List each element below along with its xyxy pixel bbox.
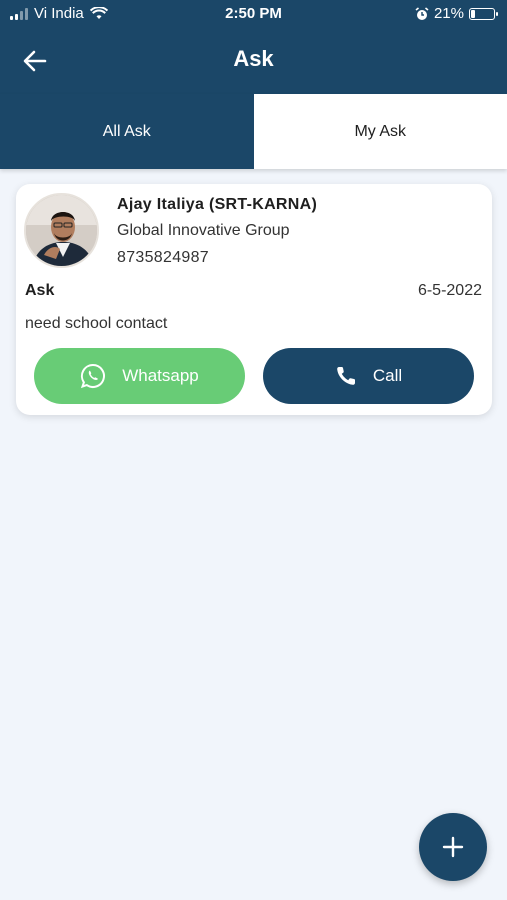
ask-date: 6-5-2022 [417,282,482,299]
status-bar: Vi India 2:50 PM 21% [0,0,507,28]
ask-label: Ask [25,282,55,299]
tab-all-ask[interactable]: All Ask [0,94,254,169]
app-header: Vi India 2:50 PM 21% Ask [0,0,507,94]
ask-text: need school contact [25,315,168,332]
call-button[interactable]: Call [263,348,474,404]
tab-bar: All Ask My Ask [0,94,507,169]
whatsapp-label: Whatsapp [122,366,199,385]
whatsapp-button[interactable]: Whatsapp [34,348,245,404]
plus-icon[interactable] [442,836,464,858]
battery-icon [469,7,498,20]
alarm-icon [415,6,429,20]
call-label: Call [372,366,403,385]
phone-icon [335,365,357,387]
member-phone: 8735824987 [117,249,209,266]
tab-my-ask[interactable]: My Ask [253,94,507,169]
ask-card[interactable]: Ajay Italiya (SRT-KARNA) Global Innovati… [16,184,492,415]
member-company: Global Innovative Group [117,222,290,239]
battery-percent: 21% [433,5,464,22]
member-name: Ajay Italiya (SRT-KARNA) [117,196,318,213]
avatar [24,193,99,268]
add-ask-button[interactable] [419,813,487,881]
page-title: Ask [233,46,274,71]
whatsapp-icon [80,363,106,389]
